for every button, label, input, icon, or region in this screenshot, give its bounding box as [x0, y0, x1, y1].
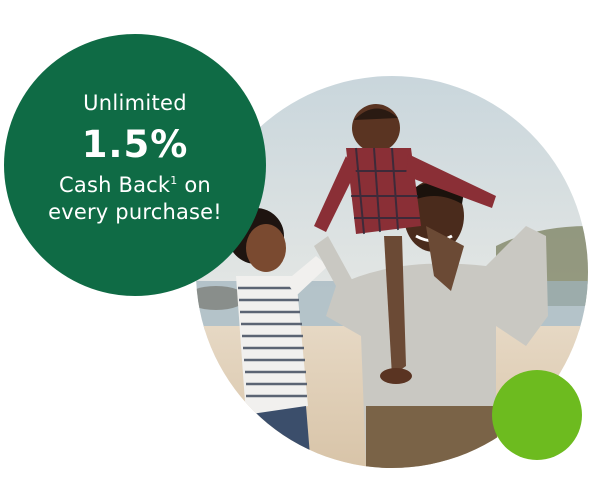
- offer-qualifier: Unlimited: [83, 91, 187, 115]
- offer-description-on: on: [177, 173, 211, 197]
- offer-description-line1: Cash Back1 on: [4, 172, 266, 199]
- footnote-marker: 1: [170, 174, 178, 187]
- cash-back-rate: 1.5%: [81, 123, 189, 166]
- cash-back-offer-badge: Unlimited 1.5% Cash Back1 on every purch…: [4, 34, 266, 296]
- decorative-green-dot: [492, 370, 582, 460]
- promo-banner: Unlimited 1.5% Cash Back1 on every purch…: [0, 0, 602, 500]
- cash-back-label: Cash Back: [59, 173, 171, 197]
- offer-description-line2: every purchase!: [48, 200, 222, 224]
